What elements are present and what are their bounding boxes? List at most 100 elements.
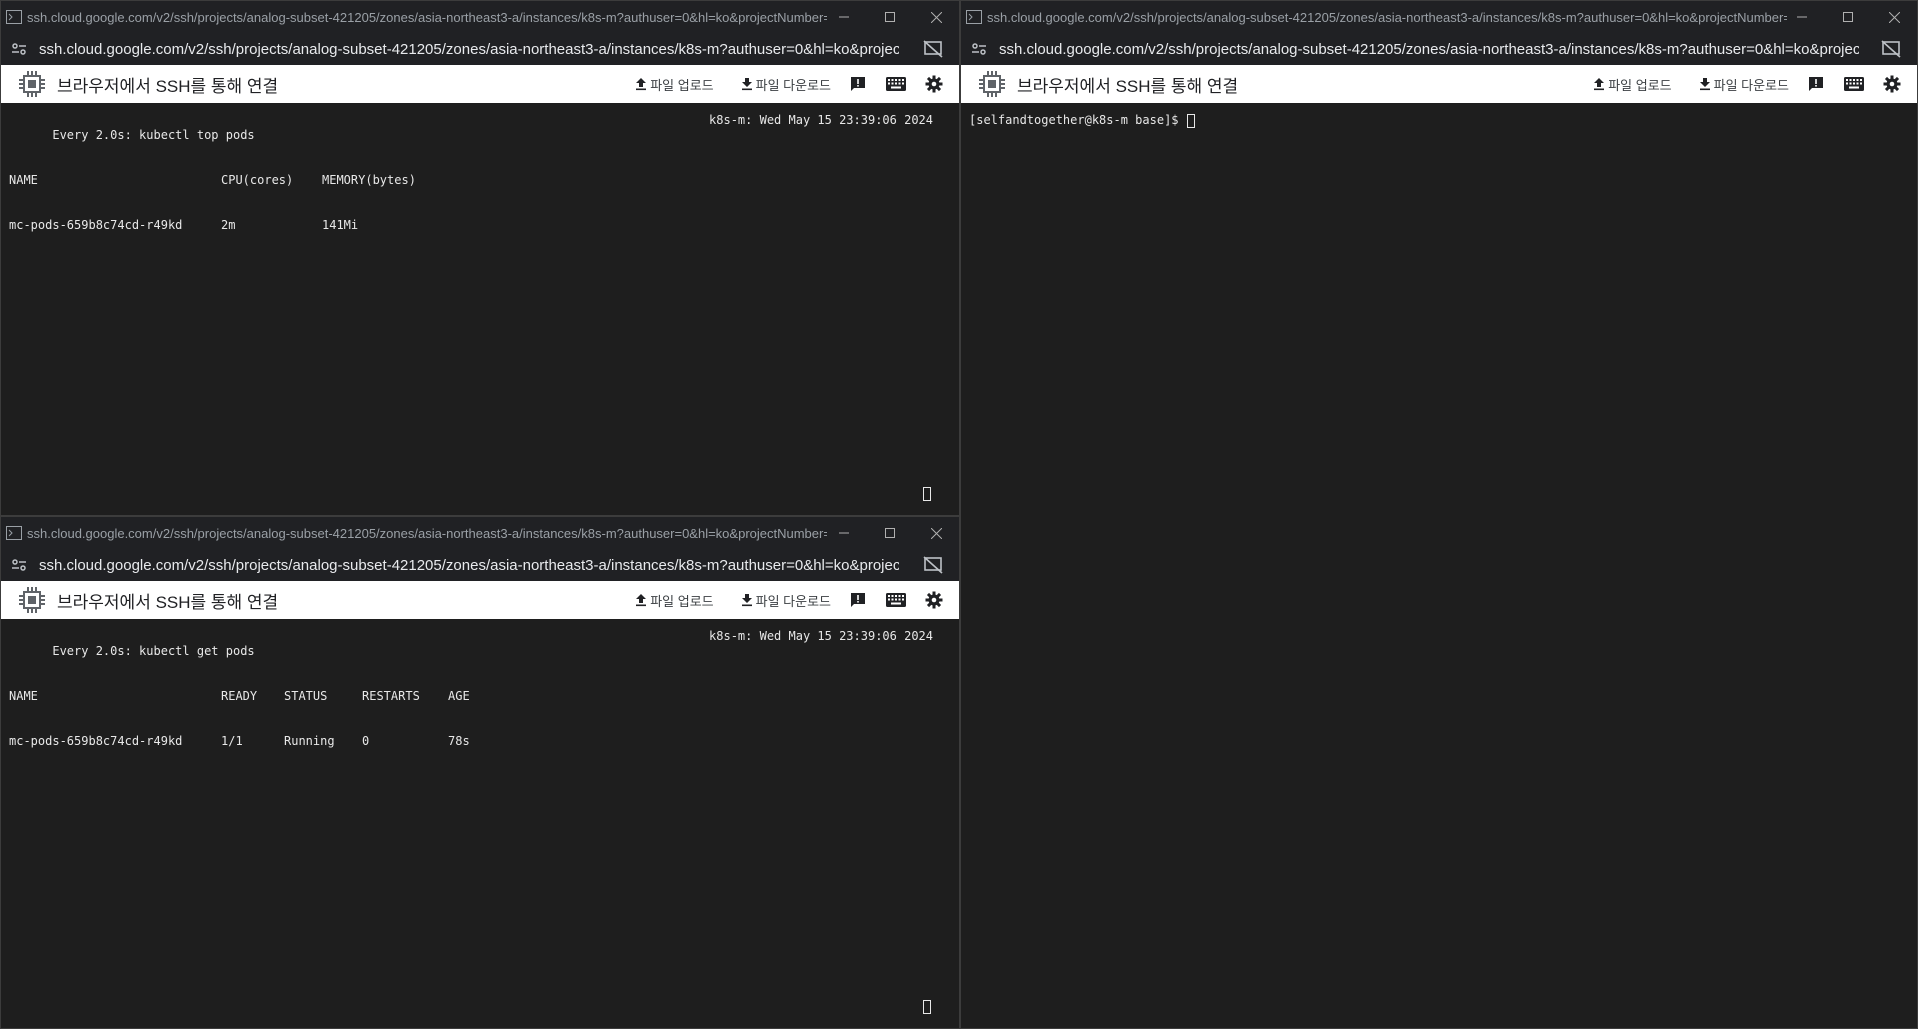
terminal-cursor — [923, 487, 931, 501]
close-icon[interactable] — [913, 517, 959, 549]
terminal-app-icon — [6, 10, 22, 24]
table-header-row: NAME READY STATUS RESTARTS AGE — [9, 689, 470, 704]
col-header: NAME — [9, 173, 38, 187]
window-titlebar[interactable]: ssh.cloud.google.com/v2/ssh/projects/ana… — [961, 1, 1917, 33]
maximize-icon[interactable] — [867, 517, 913, 549]
cell-memory: 141Mi — [322, 218, 359, 232]
table-header-row: NAME CPU(cores) MEMORY(bytes) — [9, 173, 416, 188]
download-label: 파일 다운로드 — [755, 593, 831, 609]
ssh-window-get-pods: ssh.cloud.google.com/v2/ssh/projects/ana… — [0, 516, 960, 1029]
col-header: CPU(cores) — [221, 173, 294, 187]
upload-icon — [1594, 78, 1605, 91]
col-header: AGE — [448, 689, 470, 703]
watch-command: Every 2.0s: kubectl get pods — [52, 644, 255, 658]
download-label: 파일 다운로드 — [1713, 77, 1789, 93]
window-title: ssh.cloud.google.com/v2/ssh/projects/ana… — [27, 525, 827, 541]
download-file-button[interactable]: 파일 다운로드 — [740, 591, 831, 610]
chip-icon — [19, 71, 45, 97]
col-header: READY — [221, 689, 258, 703]
minimize-icon[interactable] — [821, 1, 867, 33]
toolbar-title: 브라우저에서 SSH를 통해 연결 — [1017, 76, 1239, 96]
watch-command: Every 2.0s: kubectl top pods — [52, 128, 255, 142]
terminal-app-icon — [6, 526, 22, 540]
col-header: STATUS — [284, 689, 328, 703]
toolbar-title: 브라우저에서 SSH를 통해 연결 — [57, 76, 279, 96]
download-icon — [1699, 78, 1710, 91]
tune-icon[interactable] — [9, 39, 29, 59]
col-header: MEMORY(bytes) — [322, 173, 416, 187]
url-text[interactable]: ssh.cloud.google.com/v2/ssh/projects/ana… — [999, 41, 1859, 58]
window-titlebar[interactable]: ssh.cloud.google.com/v2/ssh/projects/ana… — [1, 517, 959, 549]
pods-table: NAME READY STATUS RESTARTS AGE mc-pods-6… — [9, 659, 470, 779]
url-text[interactable]: ssh.cloud.google.com/v2/ssh/projects/ana… — [39, 41, 899, 58]
text-cursor — [1186, 113, 1195, 128]
gear-icon[interactable] — [923, 589, 945, 611]
close-icon[interactable] — [913, 1, 959, 33]
close-icon[interactable] — [1871, 1, 1917, 33]
ssh-toolbar: 브라우저에서 SSH를 통해 연결 파일 업로드 파일 다운로드 — [961, 65, 1917, 103]
upload-file-button[interactable]: 파일 업로드 — [1592, 75, 1672, 94]
download-icon — [741, 78, 752, 91]
keyboard-icon[interactable] — [885, 589, 907, 611]
chip-icon — [19, 587, 45, 613]
col-header: RESTARTS — [362, 689, 420, 703]
terminal-app-icon — [966, 10, 982, 24]
cell-ready: 1/1 — [221, 734, 243, 748]
feedback-icon[interactable] — [1805, 73, 1827, 95]
terminal-cursor — [923, 1000, 931, 1014]
upload-icon — [636, 78, 647, 91]
ssh-toolbar: 브라우저에서 SSH를 통해 연결 파일 업로드 파일 다운로드 — [1, 65, 959, 103]
maximize-icon[interactable] — [867, 1, 913, 33]
terminal-output[interactable]: Every 2.0s: kubectl top pods k8s-m: Wed … — [1, 103, 959, 515]
cell-cpu: 2m — [221, 218, 236, 232]
watch-timestamp: k8s-m: Wed May 15 23:39:06 2024 — [709, 629, 933, 643]
download-file-button[interactable]: 파일 다운로드 — [740, 75, 831, 94]
shell-prompt-line[interactable]: [selfandtogether@k8s-m base]$ — [969, 113, 1195, 128]
chip-icon — [979, 71, 1005, 97]
table-row: mc-pods-659b8c74cd-r49kd 1/1 Running 0 7… — [9, 734, 470, 749]
table-row: mc-pods-659b8c74cd-r49kd 2m 141Mi — [9, 218, 416, 233]
upload-label: 파일 업로드 — [650, 77, 714, 93]
address-bar: ssh.cloud.google.com/v2/ssh/projects/ana… — [1, 549, 959, 581]
shell-prompt: [selfandtogether@k8s-m base]$ — [969, 113, 1186, 127]
terminal-shell[interactable]: [selfandtogether@k8s-m base]$ — [961, 103, 1917, 1028]
minimize-icon[interactable] — [1779, 1, 1825, 33]
ssh-window-shell: ssh.cloud.google.com/v2/ssh/projects/ana… — [960, 0, 1918, 1029]
feedback-icon[interactable] — [847, 589, 869, 611]
url-text[interactable]: ssh.cloud.google.com/v2/ssh/projects/ana… — [39, 557, 899, 574]
download-file-button[interactable]: 파일 다운로드 — [1698, 75, 1789, 94]
terminal-output[interactable]: Every 2.0s: kubectl get pods k8s-m: Wed … — [1, 619, 959, 1028]
keyboard-icon[interactable] — [885, 73, 907, 95]
gear-icon[interactable] — [1881, 73, 1903, 95]
feedback-icon[interactable] — [847, 73, 869, 95]
ssh-toolbar: 브라우저에서 SSH를 통해 연결 파일 업로드 파일 다운로드 — [1, 581, 959, 619]
watch-timestamp: k8s-m: Wed May 15 23:39:06 2024 — [709, 113, 933, 127]
window-title: ssh.cloud.google.com/v2/ssh/projects/ana… — [27, 9, 827, 25]
cast-off-icon[interactable] — [923, 40, 943, 58]
cell-age: 78s — [448, 734, 470, 748]
pods-table: NAME CPU(cores) MEMORY(bytes) mc-pods-65… — [9, 143, 416, 263]
window-titlebar[interactable]: ssh.cloud.google.com/v2/ssh/projects/ana… — [1, 1, 959, 33]
keyboard-icon[interactable] — [1843, 73, 1865, 95]
minimize-icon[interactable] — [821, 517, 867, 549]
cast-off-icon[interactable] — [1881, 40, 1901, 58]
tune-icon[interactable] — [9, 555, 29, 575]
gear-icon[interactable] — [923, 73, 945, 95]
download-label: 파일 다운로드 — [755, 77, 831, 93]
upload-label: 파일 업로드 — [1608, 77, 1672, 93]
tune-icon[interactable] — [969, 39, 989, 59]
cell-name: mc-pods-659b8c74cd-r49kd — [9, 734, 183, 748]
upload-icon — [636, 594, 647, 607]
cell-restarts: 0 — [362, 734, 370, 748]
cell-status: Running — [284, 734, 335, 748]
ssh-window-top-pods: ssh.cloud.google.com/v2/ssh/projects/ana… — [0, 0, 960, 516]
col-header: NAME — [9, 689, 38, 703]
upload-label: 파일 업로드 — [650, 593, 714, 609]
maximize-icon[interactable] — [1825, 1, 1871, 33]
cast-off-icon[interactable] — [923, 556, 943, 574]
upload-file-button[interactable]: 파일 업로드 — [634, 75, 714, 94]
address-bar: ssh.cloud.google.com/v2/ssh/projects/ana… — [1, 33, 959, 65]
download-icon — [741, 594, 752, 607]
upload-file-button[interactable]: 파일 업로드 — [634, 591, 714, 610]
address-bar: ssh.cloud.google.com/v2/ssh/projects/ana… — [961, 33, 1917, 65]
